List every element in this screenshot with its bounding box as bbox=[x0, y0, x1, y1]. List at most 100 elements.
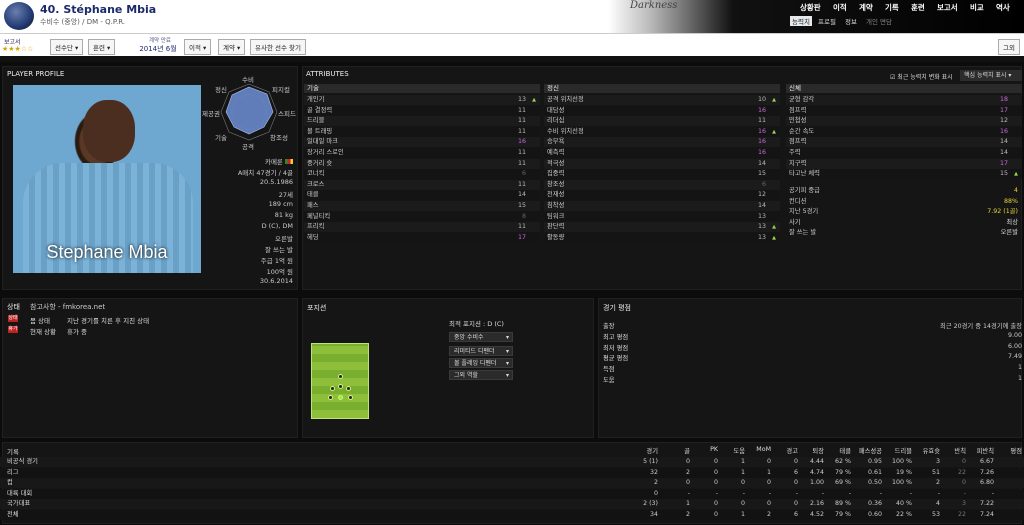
records-column-header[interactable]: 패스성공 bbox=[856, 446, 882, 455]
transfer-dropdown[interactable]: 이적 ▾ bbox=[184, 39, 212, 55]
rating-row: 최고 평점 9.00 bbox=[600, 332, 1022, 342]
records-column-header[interactable]: 태클 bbox=[825, 446, 851, 455]
records-cell: 0 bbox=[685, 458, 690, 465]
rating-value: 7.49 bbox=[1007, 353, 1022, 361]
attribute-name: 승부욕 bbox=[547, 138, 565, 146]
records-column-header[interactable]: MoM bbox=[745, 446, 771, 453]
tab-attributes[interactable]: 능력치 bbox=[790, 16, 812, 26]
records-cell: 0 bbox=[766, 500, 771, 507]
records-column-header[interactable]: 평점 bbox=[996, 446, 1022, 455]
records-column-header[interactable]: 경기 bbox=[632, 446, 658, 455]
records-cell: 79 % bbox=[835, 468, 851, 476]
records-row-label: 전체 bbox=[7, 510, 19, 518]
records-cell: 3 bbox=[961, 500, 966, 507]
menu-history[interactable]: 역사 bbox=[996, 2, 1010, 13]
attribute-row: 공격 위치선정 10 ▲ bbox=[544, 95, 780, 105]
records-column-header[interactable]: 드리블 bbox=[886, 446, 912, 455]
records-cell: 0 bbox=[685, 479, 690, 486]
records-column-header[interactable]: PK bbox=[692, 446, 718, 453]
attribute-name: 점프력 bbox=[789, 106, 807, 114]
menu-training[interactable]: 훈련 bbox=[911, 2, 925, 13]
records-cell: 0.61 bbox=[867, 468, 882, 476]
attribute-name: 주력 bbox=[789, 149, 801, 156]
attribute-value: 11 bbox=[517, 117, 526, 125]
training-dropdown[interactable]: 훈련 ▾ bbox=[88, 39, 116, 55]
show-changes-checkbox[interactable]: ☑ 최근 능력치 변화 표시 bbox=[890, 72, 953, 81]
attribute-value: 11 bbox=[517, 127, 526, 135]
attribute-name: 판단력 bbox=[547, 223, 565, 231]
records-cell: 1.00 bbox=[809, 479, 824, 486]
records-column-header[interactable]: 반칙 bbox=[940, 446, 966, 455]
key-attributes-label: 핵심 능력치 표시 bbox=[964, 72, 1007, 79]
extra-info-label: 사기 bbox=[789, 218, 801, 226]
squad-dropdown[interactable]: 선수단 ▾ bbox=[50, 39, 84, 55]
attribute-name: 태클 bbox=[307, 191, 319, 199]
radar-label-creativity: 창조성 bbox=[270, 134, 288, 142]
attribute-row: 판단력 13 ▲ bbox=[544, 222, 780, 233]
records-column-header[interactable]: 유효슛 bbox=[914, 446, 940, 455]
records-cell: 7.26 bbox=[979, 468, 994, 476]
tab-interview[interactable]: 개인 면담 bbox=[866, 16, 892, 26]
records-cell: 2 bbox=[766, 510, 771, 518]
rating-label: 도움 bbox=[603, 377, 615, 384]
attribute-value: 12 bbox=[999, 117, 1008, 125]
attribute-row: 집중력 15 bbox=[544, 169, 780, 180]
transfer-label: 이적 bbox=[189, 44, 201, 52]
rating-label: 평균 평점 bbox=[603, 355, 629, 363]
cameroon-flag-icon bbox=[285, 159, 293, 164]
records-cell: 1 bbox=[740, 510, 745, 518]
attribute-change-icon: ▲ bbox=[772, 128, 776, 135]
info-wage: 주급 1억 원 bbox=[260, 257, 293, 265]
attribute-value: 16 bbox=[999, 127, 1008, 135]
records-column-header[interactable]: 피반칙 bbox=[968, 446, 994, 455]
menu-compare[interactable]: 비교 bbox=[970, 2, 984, 13]
attribute-name: 헤딩 bbox=[307, 233, 319, 241]
attribute-name: 대담성 bbox=[547, 106, 565, 114]
other-label: 그외 bbox=[1003, 44, 1015, 52]
attribute-name: 집중력 bbox=[547, 170, 565, 178]
similar-players-button[interactable]: 유사한 선수 찾기 bbox=[250, 39, 306, 55]
attribute-name: 일대일 마크 bbox=[307, 138, 338, 146]
attribute-value: 8 bbox=[521, 212, 526, 220]
menu-overview[interactable]: 상황판 bbox=[800, 2, 821, 13]
menu-records[interactable]: 기록 bbox=[885, 2, 899, 13]
rating-value: 1 bbox=[1017, 364, 1022, 372]
role-2-label: 리미티드 디펜더 bbox=[454, 348, 495, 355]
position-dot-dcl bbox=[330, 386, 335, 391]
records-title: 기록 bbox=[7, 448, 19, 456]
status-fitness-label: 몸 상태 bbox=[30, 317, 51, 325]
contract-dropdown[interactable]: 계약 ▾ bbox=[218, 39, 246, 55]
role-dropdown-1[interactable]: 중앙 수비수 ▾ bbox=[449, 332, 513, 342]
tab-info[interactable]: 정보 bbox=[845, 16, 857, 26]
position-dot-dr bbox=[348, 395, 353, 400]
records-column-header[interactable]: 경고 bbox=[772, 446, 798, 455]
role-dropdown-2[interactable]: 리미티드 디펜더 ▾ bbox=[449, 346, 513, 356]
attribute-value: 13 bbox=[757, 212, 766, 220]
menu-transfer[interactable]: 이적 bbox=[833, 2, 847, 13]
records-cell: 0.50 bbox=[867, 479, 882, 486]
records-cell: 2 bbox=[935, 479, 940, 486]
attribute-name: 균형 감각 bbox=[789, 96, 815, 103]
records-cell: 22 bbox=[957, 510, 966, 518]
records-cell: - bbox=[963, 489, 966, 497]
records-cell: - bbox=[991, 489, 994, 497]
records-column-header[interactable]: 퇴장 bbox=[798, 446, 824, 455]
player-info-list: 카메룬 A매치 47경기 / 4골 20.5.1986 27세 189 cm 8… bbox=[205, 156, 293, 288]
info-foot-label: 잘 쓰는 발 bbox=[264, 246, 293, 254]
role-dropdown-3[interactable]: 볼 플레잉 디펜더 ▾ bbox=[449, 358, 513, 368]
records-column-header[interactable]: 도움 bbox=[719, 446, 745, 455]
records-cell: 0 bbox=[713, 458, 718, 465]
attribute-name: 지구력 bbox=[789, 159, 807, 167]
menu-contract[interactable]: 계약 bbox=[859, 2, 873, 13]
menu-report[interactable]: 보고서 bbox=[937, 2, 958, 13]
tab-profile[interactable]: 프로필 bbox=[818, 16, 836, 26]
records-cell: 0 bbox=[793, 458, 798, 465]
attribute-value: 14 bbox=[757, 202, 766, 209]
records-cell: 53 bbox=[931, 510, 940, 518]
records-column-header[interactable]: 골 bbox=[664, 446, 690, 455]
role-dropdown-4[interactable]: 그외 역할 ▾ bbox=[449, 370, 513, 380]
records-cell: - bbox=[768, 489, 771, 497]
role-4-label: 그외 역할 bbox=[454, 372, 478, 379]
other-dropdown[interactable]: 그외 bbox=[998, 39, 1020, 55]
key-attributes-dropdown[interactable]: 핵심 능력치 표시 ▾ bbox=[960, 70, 1022, 81]
